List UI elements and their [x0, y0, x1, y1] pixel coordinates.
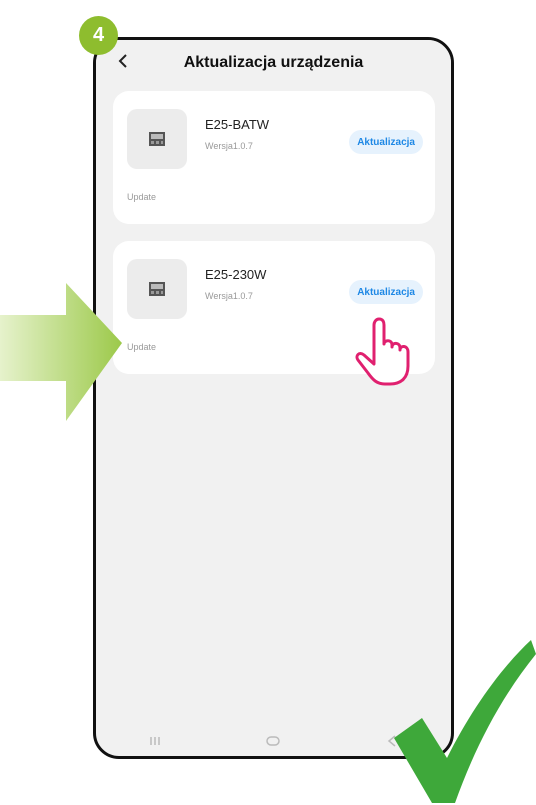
device-card[interactable]: E25-BATW Wersja1.0.7 Aktualizacja Update [113, 91, 435, 224]
app-header: Aktualizacja urządzenia [96, 40, 451, 86]
device-thumbnail [127, 109, 187, 169]
device-thumbnail [127, 259, 187, 319]
update-button[interactable]: Aktualizacja [349, 130, 423, 154]
home-icon[interactable] [265, 735, 281, 747]
update-note: Update [127, 342, 157, 352]
checkmark-icon [394, 640, 536, 803]
back-chevron-icon [118, 54, 127, 68]
device-name: E25-230W [205, 267, 267, 282]
thermostat-icon [149, 132, 165, 146]
page-title: Aktualizacja urządzenia [183, 54, 364, 71]
update-note: Update [127, 192, 157, 202]
device-name: E25-BATW [205, 117, 270, 132]
back-button[interactable] [112, 50, 134, 72]
device-version: Wersja1.0.7 [205, 141, 253, 151]
device-version: Wersja1.0.7 [205, 291, 253, 301]
hand-pointer-icon [355, 317, 410, 386]
recent-apps-icon[interactable] [148, 735, 162, 747]
green-arrow-icon [0, 283, 122, 421]
update-button[interactable]: Aktualizacja [349, 280, 423, 304]
step-badge: 4 [79, 16, 118, 55]
thermostat-icon [149, 282, 165, 296]
